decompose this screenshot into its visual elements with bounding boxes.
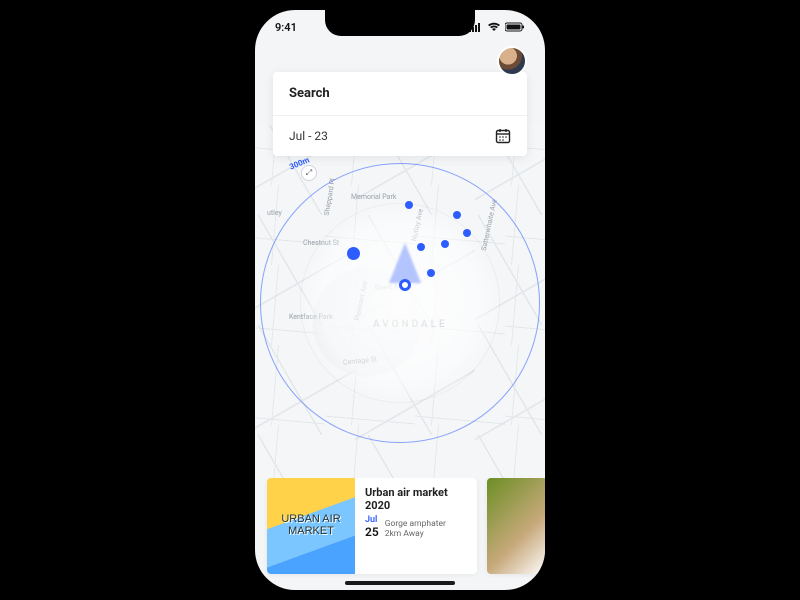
calendar-icon bbox=[495, 128, 511, 144]
events-carousel[interactable]: URBAN AIR MARKET Urban air market 2020 J… bbox=[255, 478, 545, 578]
event-poster: URBAN AIR MARKET bbox=[267, 478, 355, 574]
map-view[interactable]: Memorial Park Chestnut St utley Grant Av… bbox=[255, 125, 545, 480]
event-pin[interactable] bbox=[441, 240, 449, 248]
avatar[interactable] bbox=[497, 46, 527, 76]
event-title: Urban air market 2020 bbox=[365, 486, 467, 512]
event-distance: 2km Away bbox=[385, 529, 446, 539]
event-meta: Jul 25 Gorge amphater 2km Away bbox=[365, 516, 467, 539]
date-picker[interactable]: Jul - 23 bbox=[273, 115, 527, 156]
event-pin[interactable] bbox=[453, 211, 461, 219]
device-notch bbox=[325, 10, 475, 36]
event-sub: Gorge amphater 2km Away bbox=[385, 519, 446, 539]
event-poster-text: URBAN AIR MARKET bbox=[267, 514, 355, 537]
event-card[interactable]: URBAN AIR MARKET Urban air market 2020 J… bbox=[267, 478, 477, 574]
current-location[interactable] bbox=[399, 279, 411, 291]
event-venue: Gorge amphater bbox=[385, 519, 446, 529]
search-input[interactable]: Search bbox=[273, 72, 527, 115]
wifi-icon bbox=[487, 22, 501, 32]
event-pin[interactable] bbox=[427, 269, 435, 277]
event-date: Jul 25 bbox=[365, 516, 379, 539]
status-time: 9:41 bbox=[275, 21, 297, 34]
date-value: Jul - 23 bbox=[289, 129, 328, 143]
street-label: utley bbox=[267, 209, 282, 217]
home-indicator[interactable] bbox=[345, 581, 455, 585]
search-card: Search Jul - 23 bbox=[273, 72, 527, 156]
location-beam bbox=[389, 243, 421, 283]
event-pin[interactable] bbox=[405, 201, 413, 209]
battery-icon bbox=[505, 22, 525, 32]
event-card-peek[interactable] bbox=[487, 478, 545, 574]
event-pin-large[interactable] bbox=[347, 247, 360, 260]
event-body: Urban air market 2020 Jul 25 Gorge ampha… bbox=[355, 478, 477, 574]
event-pin[interactable] bbox=[463, 229, 471, 237]
range-handle[interactable]: ⤢ bbox=[301, 165, 317, 181]
status-indicators bbox=[469, 22, 525, 32]
event-day: 25 bbox=[365, 526, 379, 539]
phone-frame: 9:41 Search Jul - 23 Memorial Park Chest… bbox=[255, 10, 545, 590]
